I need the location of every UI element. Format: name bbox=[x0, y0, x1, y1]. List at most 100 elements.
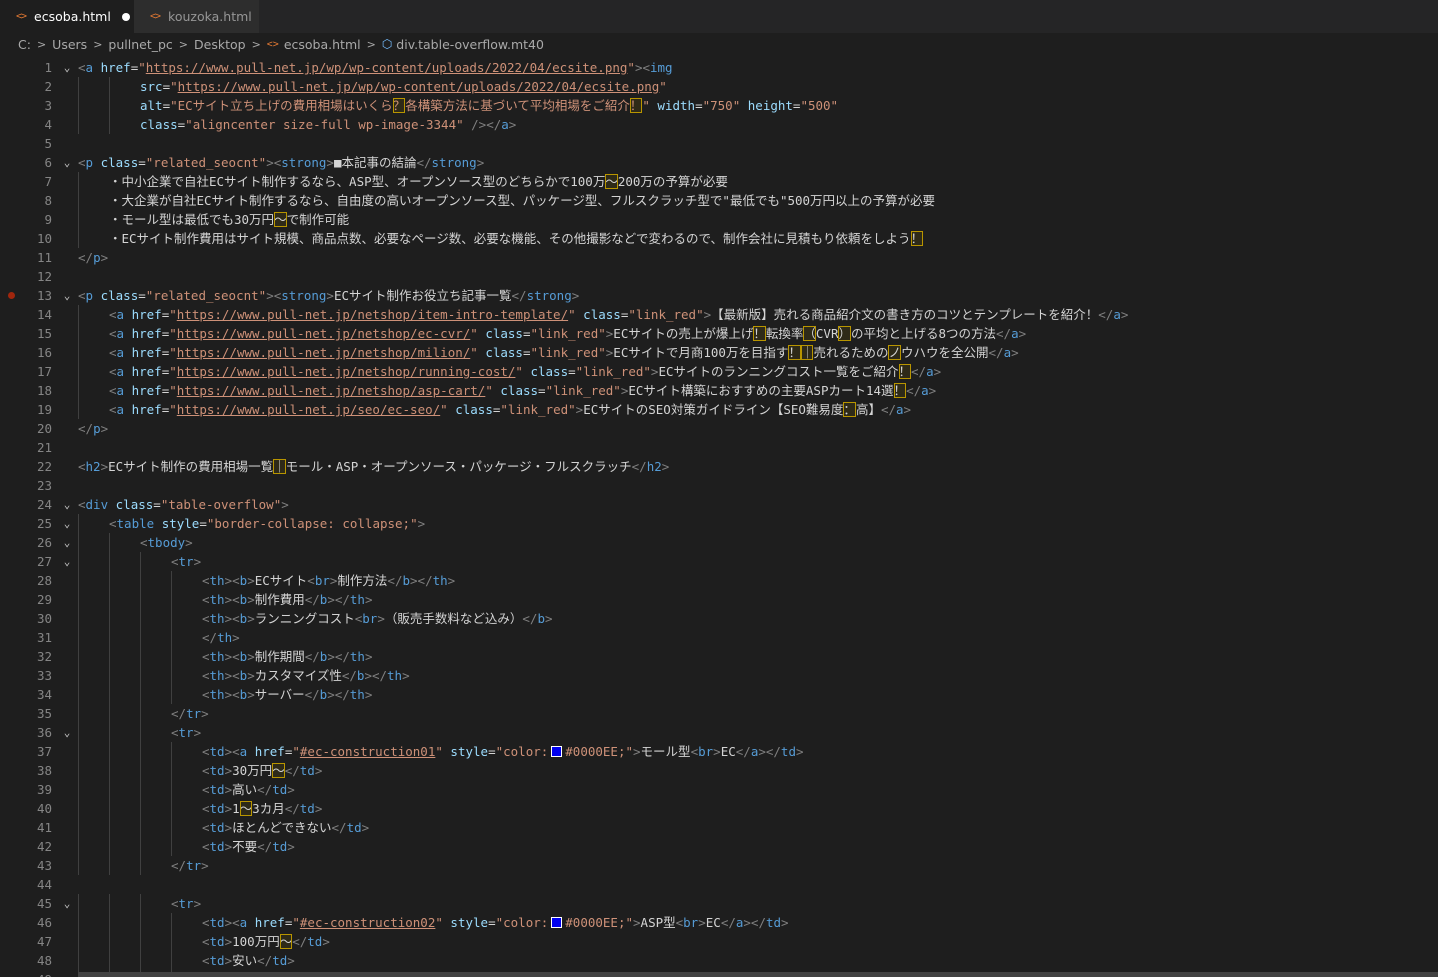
code-line[interactable]: 13 ⌄ <p class="related_seocnt"><strong>ECサ… bbox=[0, 286, 1438, 305]
code-line[interactable]: 46 <td><a href="#ec-construction02" style… bbox=[0, 913, 1438, 932]
code-line[interactable]: 18 <a href="https://www.pull-net.jp/netsh… bbox=[0, 381, 1438, 400]
code-line[interactable]: 35 </tr> bbox=[0, 704, 1438, 723]
breadcrumb-item[interactable]: Desktop bbox=[194, 37, 246, 52]
code-line[interactable]: 19 <a href="https://www.pull-net.jp/seo/e… bbox=[0, 400, 1438, 419]
code-line[interactable]: 33 <th><b>カスタマイズ性</b></th> bbox=[0, 666, 1438, 685]
code-line[interactable]: 41 <td>ほとんどできない</td> bbox=[0, 818, 1438, 837]
horizontal-scrollbar[interactable] bbox=[78, 972, 1438, 977]
indent-guide bbox=[140, 590, 141, 609]
code-token: 制作期間 bbox=[254, 649, 305, 664]
indent-guide bbox=[171, 913, 172, 932]
code-line[interactable]: 5 bbox=[0, 134, 1438, 153]
code-token: 〜 bbox=[274, 212, 287, 227]
code-line[interactable]: 44 bbox=[0, 875, 1438, 894]
line-number: 40 bbox=[36, 801, 52, 816]
code-line[interactable]: 20 </p> bbox=[0, 419, 1438, 438]
code-token: td bbox=[209, 744, 225, 759]
code-token: ！ bbox=[910, 231, 924, 246]
indent-guide bbox=[140, 742, 141, 761]
code-line[interactable]: 4 class="aligncenter size-full wp-image-3… bbox=[0, 115, 1438, 134]
code-token: > bbox=[224, 839, 233, 854]
code-line[interactable]: 11 </p> bbox=[0, 248, 1438, 267]
indent-guide bbox=[78, 856, 79, 875]
code-line[interactable]: 45 ⌄ <tr> bbox=[0, 894, 1438, 913]
code-line[interactable]: 21 bbox=[0, 438, 1438, 457]
code-line[interactable]: 37 <td><a href="#ec-construction01" style… bbox=[0, 742, 1438, 761]
code-token: ></ bbox=[758, 744, 781, 759]
code-line[interactable]: 40 <td>1〜3カ月</td> bbox=[0, 799, 1438, 818]
fold-chevron-icon[interactable]: ⌄ bbox=[59, 514, 75, 533]
code-token: 制作費用 bbox=[254, 592, 305, 607]
fold-chevron-icon[interactable]: ⌄ bbox=[59, 58, 75, 77]
code-line[interactable]: 48 <td>安い</td> bbox=[0, 951, 1438, 970]
code-token: td bbox=[272, 782, 288, 797]
code-token: ></ bbox=[364, 668, 388, 683]
code-token: > bbox=[928, 383, 937, 398]
code-line[interactable]: 43 </tr> bbox=[0, 856, 1438, 875]
code-token: ></ bbox=[327, 687, 350, 702]
code-line[interactable]: 24 ⌄ <div class="table-overflow"> bbox=[0, 495, 1438, 514]
code-line[interactable]: 16 <a href="https://www.pull-net.jp/netsh… bbox=[0, 343, 1438, 362]
code-text: ・ECサイト制作費用はサイト規模、商品点数、必要なページ数、必要な機能、その他撮… bbox=[109, 229, 924, 248]
code-line[interactable]: 6 ⌄ <p class="related_seocnt"><strong>■本記事… bbox=[0, 153, 1438, 172]
indent-guide bbox=[109, 913, 110, 932]
code-token: " bbox=[170, 79, 178, 94]
code-line[interactable]: 42 <td>不要</td> bbox=[0, 837, 1438, 856]
indent-guide bbox=[109, 818, 110, 837]
code-token: < bbox=[78, 288, 86, 303]
code-line[interactable]: 27 ⌄ <tr> bbox=[0, 552, 1438, 571]
fold-chevron-icon[interactable]: ⌄ bbox=[59, 286, 75, 305]
code-token: > bbox=[1011, 345, 1019, 360]
code-editor[interactable]: 1 ⌄ <a href="https://www.pull-net.jp/wp/wp… bbox=[0, 55, 1438, 977]
breadcrumb-item[interactable]: div.table-overflow.mt40 bbox=[396, 37, 544, 52]
code-line[interactable]: 47 <td>100万円〜</td> bbox=[0, 932, 1438, 951]
code-line[interactable]: 32 <th><b>制作期間</b></th> bbox=[0, 647, 1438, 666]
code-line[interactable]: 14 <a href="https://www.pull-net.jp/netsh… bbox=[0, 305, 1438, 324]
code-line[interactable]: 22 <h2>ECサイト制作の費用相場一覧｜モール・ASP・オープンソース・パッケ… bbox=[0, 457, 1438, 476]
indent-guide bbox=[78, 305, 79, 324]
code-line[interactable]: 1 ⌄ <a href="https://www.pull-net.jp/wp/wp… bbox=[0, 58, 1438, 77]
code-token: strong bbox=[431, 155, 477, 170]
code-token: = bbox=[153, 497, 161, 512]
code-line[interactable]: 12 bbox=[0, 267, 1438, 286]
code-line[interactable]: 25 ⌄ <table style="border-collapse: collap… bbox=[0, 514, 1438, 533]
code-line[interactable]: 15 <a href="https://www.pull-net.jp/netsh… bbox=[0, 324, 1438, 343]
code-line[interactable]: 10 ・ECサイト制作費用はサイト規模、商品点数、必要なページ数、必要な機能、その… bbox=[0, 229, 1438, 248]
code-line[interactable]: 17 <a href="https://www.pull-net.jp/netsh… bbox=[0, 362, 1438, 381]
code-line[interactable]: 3 alt="ECサイト立ち上げの費用相場はいくら？各構築方法に基づいて平均相場を… bbox=[0, 96, 1438, 115]
indent-guide bbox=[171, 609, 172, 628]
code-line[interactable]: 38 <td>30万円〜</td> bbox=[0, 761, 1438, 780]
fold-chevron-icon[interactable]: ⌄ bbox=[59, 723, 75, 742]
tab-kouzoka-html[interactable]: <> kouzoka.html bbox=[134, 0, 259, 33]
tab-ecsoba-html[interactable]: <> ecsoba.html bbox=[0, 0, 134, 33]
breadcrumb-item[interactable]: Users bbox=[52, 37, 87, 52]
code-line[interactable]: 7 ・中小企業で自社ECサイト制作するなら、ASP型、オープンソース型のどちらかで… bbox=[0, 172, 1438, 191]
code-line[interactable]: 36 ⌄ <tr> bbox=[0, 723, 1438, 742]
code-line[interactable]: 29 <th><b>制作費用</b></th> bbox=[0, 590, 1438, 609]
code-line[interactable]: 30 <th><b>ランニングコスト<br>（販売手数料など込み）</b> bbox=[0, 609, 1438, 628]
code-line[interactable]: 39 <td>高い</td> bbox=[0, 780, 1438, 799]
code-line[interactable]: 8 ・大企業が自社ECサイト制作するなら、自由度の高いオープンソース型、パッケージ… bbox=[0, 191, 1438, 210]
code-token: ！ bbox=[629, 98, 643, 113]
fold-chevron-icon[interactable]: ⌄ bbox=[59, 533, 75, 552]
fold-chevron-icon[interactable]: ⌄ bbox=[59, 495, 75, 514]
unsaved-dot-icon[interactable] bbox=[121, 12, 130, 21]
code-line[interactable]: 31 </th> bbox=[0, 628, 1438, 647]
code-token: = bbox=[162, 98, 171, 113]
fold-chevron-icon[interactable]: ⌄ bbox=[59, 552, 75, 571]
code-token: td bbox=[209, 763, 225, 778]
code-token: "color: bbox=[495, 744, 549, 759]
code-line[interactable]: 26 ⌄ <tbody> bbox=[0, 533, 1438, 552]
code-line[interactable]: 28 <th><b>ECサイト<br>制作方法</b></th> bbox=[0, 571, 1438, 590]
breadcrumb-item[interactable]: pullnet_pc bbox=[108, 37, 172, 52]
code-line[interactable]: 9 ・モール型は最低でも30万円〜で制作可能 bbox=[0, 210, 1438, 229]
code-line[interactable]: 2 src="https://www.pull-net.jp/wp/wp-cont… bbox=[0, 77, 1438, 96]
fold-chevron-icon[interactable]: ⌄ bbox=[59, 153, 75, 172]
breadcrumb-item[interactable]: ecsoba.html bbox=[284, 37, 361, 52]
fold-chevron-icon[interactable]: ⌄ bbox=[59, 894, 75, 913]
breadcrumb-item[interactable]: C: bbox=[18, 37, 31, 52]
code-line[interactable]: 23 bbox=[0, 476, 1438, 495]
code-line[interactable]: 34 <th><b>サーバー</b></th> bbox=[0, 685, 1438, 704]
